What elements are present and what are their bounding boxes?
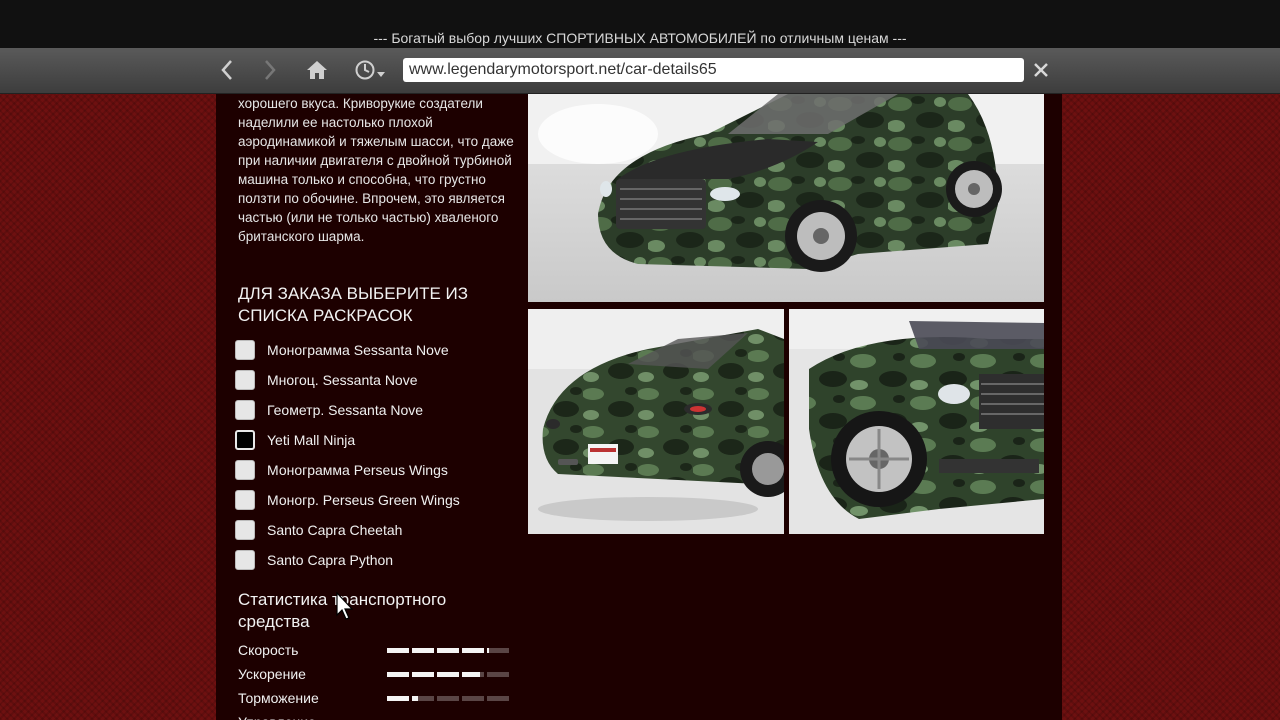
paint-label: Многоц. Sessanta Nove xyxy=(267,372,418,388)
stat-label: Скорость xyxy=(238,642,299,658)
stat-bar-segment xyxy=(387,671,409,677)
stat-bar-segment xyxy=(387,647,409,653)
stat-label: Ускорение xyxy=(238,666,306,682)
paint-checkbox[interactable] xyxy=(235,550,255,570)
paint-label: Santo Capra Cheetah xyxy=(267,522,403,538)
paint-label: Монограмма Sessanta Nove xyxy=(267,342,449,358)
forward-arrow-icon[interactable] xyxy=(256,56,284,84)
car-photo-main[interactable] xyxy=(528,94,1044,302)
stat-bar-segment xyxy=(487,671,509,677)
car-details-page: хорошего вкуса. Криворукие создатели над… xyxy=(216,94,1062,720)
paint-checkbox[interactable] xyxy=(235,430,255,450)
stat-bar-segment xyxy=(412,647,434,653)
history-clock-icon[interactable] xyxy=(352,56,388,84)
paint-checkbox[interactable] xyxy=(235,490,255,510)
paint-label: Yeti Mall Ninja xyxy=(267,432,356,448)
vehicle-stats: Скорость Ускорение Торможение Управление xyxy=(238,638,518,720)
home-icon[interactable] xyxy=(303,56,331,84)
stat-bar-segment xyxy=(462,695,484,701)
stat-bar-segment xyxy=(437,695,459,701)
stat-label: Торможение xyxy=(238,690,319,706)
stat-row: Торможение xyxy=(238,686,518,710)
stat-bar xyxy=(387,671,509,677)
paint-checkbox[interactable] xyxy=(235,520,255,540)
paint-option[interactable]: Монограмма Sessanta Nove xyxy=(235,335,460,365)
stats-heading: Статистика транспортного средства xyxy=(238,590,447,631)
stat-bar-segment xyxy=(412,671,434,677)
banner-text: --- Богатый выбор лучших СПОРТИВНЫХ АВТО… xyxy=(373,30,907,46)
paint-option[interactable]: Монограмма Perseus Wings xyxy=(235,455,460,485)
paint-list: Монограмма Sessanta Nove Многоц. Sessanta… xyxy=(235,335,460,575)
paint-checkbox[interactable] xyxy=(235,460,255,480)
close-icon[interactable] xyxy=(1027,56,1055,84)
paint-option[interactable]: Геометр. Sessanta Nove xyxy=(235,395,460,425)
stat-bar-segment xyxy=(387,695,409,701)
stat-row: Ускорение xyxy=(238,662,518,686)
paint-order-heading: ДЛЯ ЗАКАЗА ВЫБЕРИТЕ ИЗ СПИСКА РАСКРАСОК xyxy=(238,284,469,325)
car-photo-front[interactable] xyxy=(789,309,1044,534)
stat-bar xyxy=(387,695,509,701)
paint-option[interactable]: Yeti Mall Ninja xyxy=(235,425,460,455)
paint-checkbox[interactable] xyxy=(235,370,255,390)
stat-bar-segment xyxy=(437,671,459,677)
paint-label: Моногр. Perseus Green Wings xyxy=(267,492,460,508)
top-banner: --- Богатый выбор лучших СПОРТИВНЫХ АВТО… xyxy=(0,0,1280,48)
paint-option[interactable]: Santo Capra Python xyxy=(235,545,460,575)
stat-bar-segment xyxy=(412,695,434,701)
paint-option[interactable]: Santo Capra Cheetah xyxy=(235,515,460,545)
paint-checkbox[interactable] xyxy=(235,400,255,420)
stat-label: Управление xyxy=(238,714,387,720)
paint-option[interactable]: Моногр. Perseus Green Wings xyxy=(235,485,460,515)
stat-row: Управление xyxy=(238,710,518,720)
paint-option[interactable]: Многоц. Sessanta Nove xyxy=(235,365,460,395)
paint-label: Santo Capra Python xyxy=(267,552,394,568)
url-bar[interactable]: www.legendarymotorsport.net/car-details6… xyxy=(403,58,1024,82)
car-description: хорошего вкуса. Криворукие создатели над… xyxy=(238,96,514,244)
browser-toolbar: www.legendarymotorsport.net/car-details6… xyxy=(0,48,1280,94)
back-arrow-icon[interactable] xyxy=(213,56,241,84)
stat-bar-segment xyxy=(487,695,509,701)
stat-bar-segment xyxy=(462,647,484,653)
paint-label: Монограмма Perseus Wings xyxy=(267,462,448,478)
paint-label: Геометр. Sessanta Nove xyxy=(267,402,424,418)
stat-bar-segment xyxy=(487,647,509,653)
paint-checkbox[interactable] xyxy=(235,340,255,360)
stat-bar xyxy=(387,647,509,653)
car-photo-rear[interactable] xyxy=(528,309,784,534)
mouse-cursor-icon xyxy=(336,591,354,625)
stat-bar-segment xyxy=(462,671,484,677)
stat-bar-segment xyxy=(437,647,459,653)
stat-row: Скорость xyxy=(238,638,518,662)
